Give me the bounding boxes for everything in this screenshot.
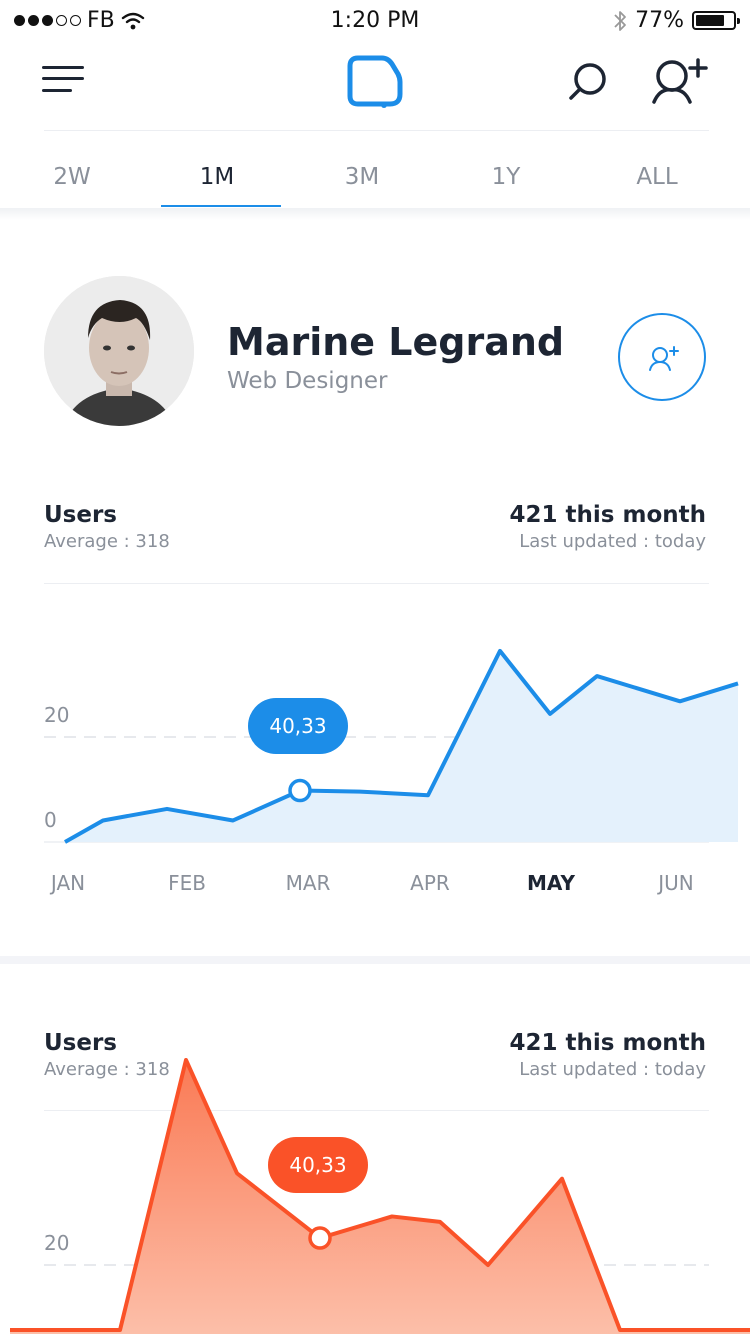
period-tabs: 2W 1M 3M 1Y ALL bbox=[0, 150, 750, 208]
tabs-shadow bbox=[0, 208, 750, 220]
tab-2w[interactable]: 2W bbox=[12, 164, 132, 190]
tab-1y[interactable]: 1Y bbox=[446, 164, 566, 190]
menu-button[interactable] bbox=[40, 62, 86, 96]
follow-button[interactable] bbox=[618, 313, 706, 401]
battery-icon bbox=[692, 11, 740, 30]
card-1-total: 421 this month bbox=[509, 502, 706, 528]
series-area bbox=[65, 650, 738, 842]
users-chart-1 bbox=[44, 648, 739, 844]
card-1-title: Users bbox=[44, 502, 117, 528]
card-1-value-badge: 40,33 bbox=[248, 698, 348, 754]
card-2-y-label-20: 20 bbox=[44, 1231, 70, 1255]
profile-role: Web Designer bbox=[227, 368, 388, 394]
users-chart-2 bbox=[9, 1058, 750, 1334]
nav-divider bbox=[44, 130, 709, 131]
highlight-point[interactable] bbox=[288, 778, 312, 803]
month-label-may[interactable]: MAY bbox=[511, 871, 591, 895]
search-icon[interactable] bbox=[564, 58, 612, 106]
add-user-icon[interactable] bbox=[648, 56, 710, 108]
section-separator bbox=[0, 956, 750, 964]
hamburger-icon bbox=[42, 66, 84, 69]
tab-3m[interactable]: 3M bbox=[302, 164, 422, 190]
active-tab-indicator bbox=[161, 205, 281, 207]
month-label-jun[interactable]: JUN bbox=[636, 871, 716, 895]
card-1-updated: Last updated : today bbox=[519, 531, 706, 552]
profile-name: Marine Legrand bbox=[227, 320, 565, 364]
status-bar: FB 1:20 PM 77% bbox=[0, 0, 750, 44]
tab-all[interactable]: ALL bbox=[597, 164, 717, 190]
avatar[interactable] bbox=[44, 276, 194, 426]
card-1-y-label-0: 0 bbox=[44, 808, 57, 832]
month-label-jan[interactable]: JAN bbox=[28, 871, 108, 895]
card-1-average: Average : 318 bbox=[44, 531, 170, 552]
status-right: 77% bbox=[613, 8, 740, 33]
card-1-y-label-20: 20 bbox=[44, 703, 70, 727]
series-area bbox=[10, 1060, 750, 1334]
card-1-divider bbox=[44, 583, 709, 584]
battery-percent: 77% bbox=[635, 8, 684, 33]
month-label-feb[interactable]: FEB bbox=[147, 871, 227, 895]
bluetooth-icon bbox=[614, 10, 626, 31]
app-logo-icon bbox=[347, 55, 403, 108]
avatar-portrait bbox=[44, 276, 194, 426]
month-label-apr[interactable]: APR bbox=[390, 871, 470, 895]
highlight-point[interactable] bbox=[308, 1226, 332, 1250]
tab-1m[interactable]: 1M bbox=[157, 164, 277, 190]
month-label-mar[interactable]: MAR bbox=[268, 871, 348, 895]
card-2-value-badge: 40,33 bbox=[268, 1137, 368, 1193]
add-user-icon bbox=[649, 346, 679, 371]
